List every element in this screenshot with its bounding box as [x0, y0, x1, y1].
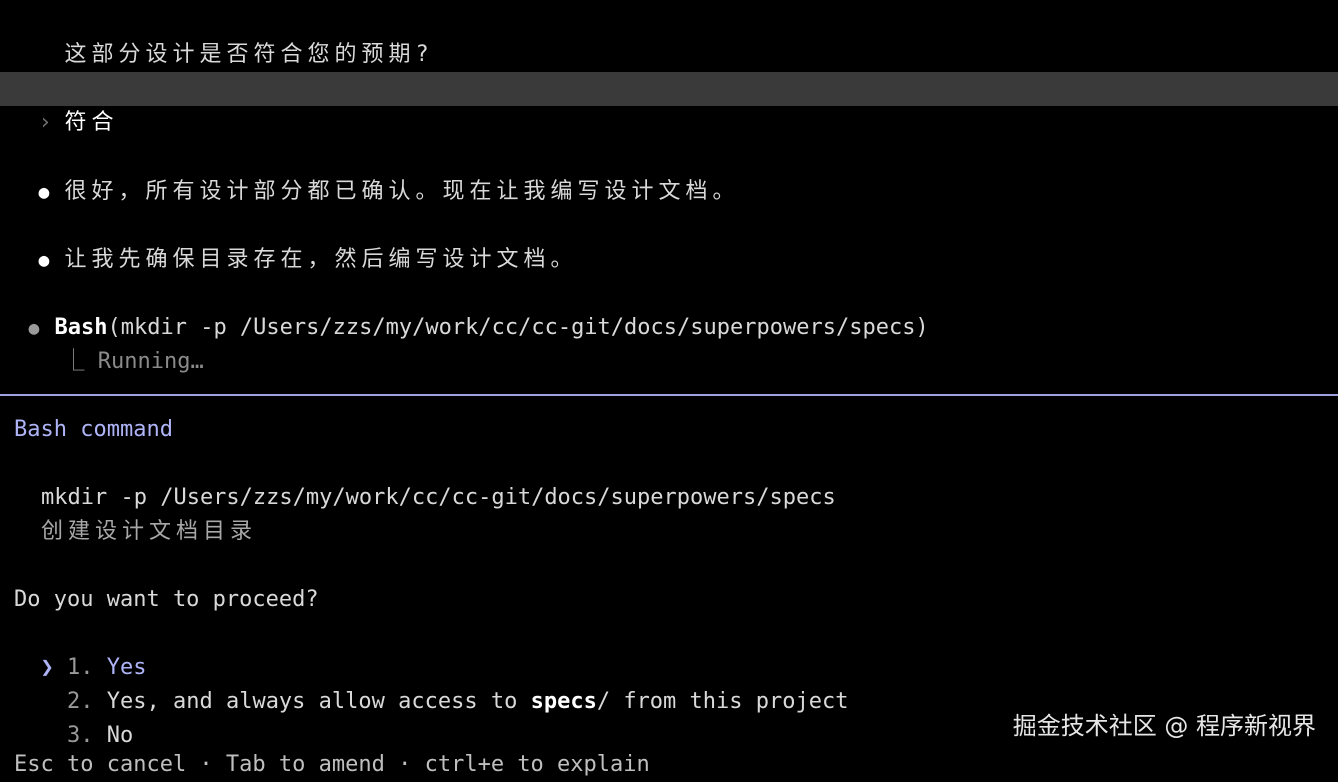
user-message-text: 符合 — [64, 110, 119, 135]
option-always-allow[interactable]: 2. Yes, and always allow access to specs… — [14, 651, 849, 714]
tool-args: (mkdir -p /Users/zzs/my/work/cc/cc-git/d… — [107, 315, 929, 340]
dialog-title: Bash command — [14, 417, 173, 442]
bullet-icon: ● — [38, 250, 55, 271]
option-no[interactable]: 3. No — [14, 685, 133, 748]
dialog-description: 创建设计文档目录 — [41, 519, 258, 544]
message-text: 很好，所有设计部分都已确认。现在让我编写设计文档。 — [64, 179, 740, 204]
prompt-chevron-icon: › — [38, 110, 57, 135]
option-label: Yes, and always allow access to — [106, 689, 531, 714]
user-message: › 符合 — [0, 72, 119, 135]
message-text: 让我先确保目录存在，然后编写设计文档。 — [64, 247, 578, 272]
tool-status-text: Running… — [97, 349, 204, 374]
watermark: 掘金技术社区 @ 程序新视界 — [1012, 712, 1316, 740]
dialog-divider — [0, 394, 1338, 396]
tool-call: ● Bash(mkdir -p /Users/zzs/my/work/cc/cc-… — [0, 277, 929, 340]
tool-status: ⎿ Running… — [36, 311, 204, 374]
option-number: 3. — [67, 723, 94, 748]
question-text: 这部分设计是否符合您的预期? — [64, 42, 434, 67]
option-label-path: specs — [530, 689, 597, 714]
user-message-bar — [0, 72, 1338, 106]
dialog-command: mkdir -p /Users/zzs/my/work/cc/cc-git/do… — [41, 485, 836, 510]
assistant-message: ● 让我先确保目录存在，然后编写设计文档。 — [0, 209, 578, 272]
dialog-question: Do you want to proceed? — [14, 587, 319, 612]
option-label-suffix: / from this project — [596, 689, 849, 714]
dialog-footer-hint: Esc to cancel · Tab to amend · ctrl+e to… — [14, 752, 650, 777]
tree-branch-icon: ⎿ — [62, 349, 85, 374]
option-yes[interactable]: ❯ 1. Yes — [14, 617, 147, 680]
assistant-message: ● 很好，所有设计部分都已确认。现在让我编写设计文档。 — [0, 141, 740, 204]
option-label: No — [106, 723, 134, 748]
assistant-question: 这部分设计是否符合您的预期? — [0, 4, 434, 67]
bullet-icon: ● — [38, 182, 55, 203]
